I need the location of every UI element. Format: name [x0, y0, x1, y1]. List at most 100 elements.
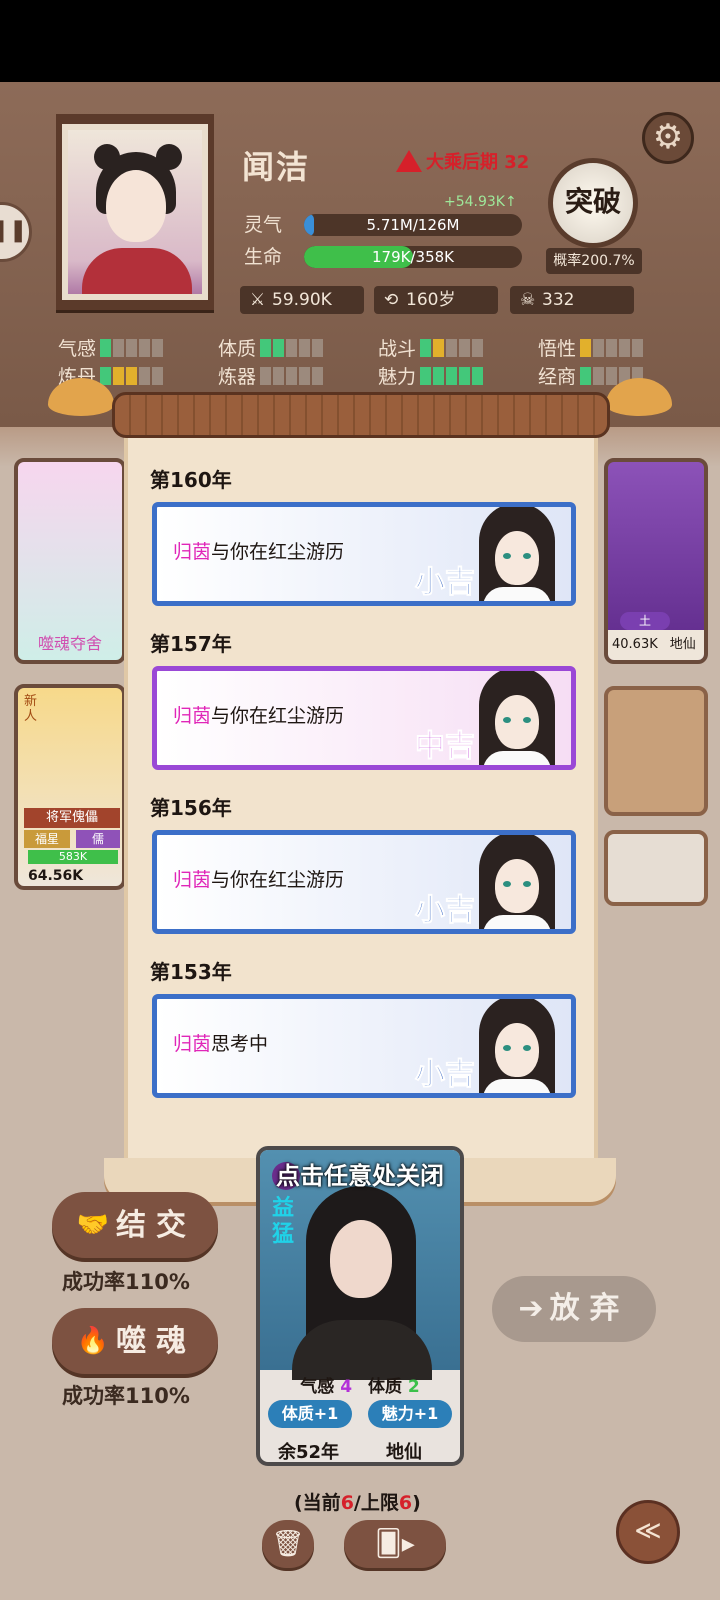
attribute-level-pips — [420, 339, 485, 362]
level-pip — [286, 339, 298, 357]
power-value: 59.90K — [272, 290, 332, 310]
npc-eye — [503, 881, 511, 887]
log-npc-name: 归茵 — [173, 869, 212, 891]
age-value: 160岁 — [406, 290, 456, 310]
log-card[interactable]: 归茵思考中小吉 — [152, 994, 576, 1098]
encounter-character-card[interactable]: 益猛 点击任意处关闭 气感 4 体质 2 体质+1 魅力+1 余52年 地仙 — [256, 1146, 464, 1466]
back-icon[interactable]: ≪ — [616, 1500, 680, 1564]
close-hint: 点击任意处关闭 — [276, 1162, 444, 1190]
stat-value: 2 — [407, 1377, 420, 1397]
age-chip: ⟲ 160岁 — [374, 286, 498, 314]
attribute-item: 魅力 — [378, 362, 485, 390]
level-pip — [619, 339, 631, 357]
capacity-suffix: ) — [412, 1492, 421, 1514]
scroll-top-rod — [112, 392, 610, 438]
log-entry[interactable]: 第157年归茵与你在红尘游历 中吉 — [142, 608, 582, 772]
npc-eye — [503, 553, 511, 559]
portrait-hair-bun — [156, 144, 182, 170]
power-chip: ⚔ 59.90K — [240, 286, 364, 314]
attribute-item: 炼器 — [218, 362, 325, 390]
life-value: 179K/358K — [372, 248, 454, 266]
capacity-count: (当前6/上限6) — [294, 1488, 421, 1515]
level-pip — [420, 367, 432, 385]
attribute-item: 悟性 — [538, 334, 645, 362]
npc-robe — [483, 915, 551, 929]
attribute-label: 战斗 — [378, 338, 417, 360]
level-pip — [446, 339, 458, 357]
npc-robe — [483, 587, 551, 601]
luck-stamp: 小吉 — [415, 1057, 476, 1093]
log-entry[interactable]: 第153年归茵思考中小吉 — [142, 936, 582, 1100]
level-pip — [299, 367, 311, 385]
level-pip — [580, 339, 592, 357]
log-text: 归茵思考中 — [173, 1029, 268, 1056]
hourglass-icon: ⟲ — [384, 290, 399, 310]
log-npc-name: 归茵 — [173, 541, 212, 563]
breakthrough-button[interactable]: 突破 — [548, 158, 638, 248]
npc-portrait — [469, 835, 565, 929]
npc-eye — [523, 553, 531, 559]
devour-rate: 成功率110% — [62, 1384, 190, 1408]
befriend-button[interactable]: 🤝 结交 — [52, 1192, 218, 1258]
log-year: 第153年 — [150, 960, 232, 984]
artifact-power: 40.63K — [612, 637, 658, 652]
attribute-level-pips — [100, 367, 165, 390]
attribute-level-pips — [260, 367, 325, 390]
event-log-scroll[interactable]: 第160年 归茵与你在红尘游历 小吉 第157年 归茵与你在红尘游历 中吉 第156年 归茵与… — [124, 434, 598, 1174]
companion-tag: 儒 — [76, 830, 120, 848]
log-message: 思考中 — [211, 1033, 269, 1055]
devour-button[interactable]: 🔥 噬魂 — [52, 1308, 218, 1374]
scroll-item-icon[interactable] — [604, 830, 708, 906]
befriend-label: 结交 — [116, 1208, 196, 1243]
attribute-label: 体质 — [218, 338, 257, 360]
stat-label: 气感 — [300, 1377, 335, 1397]
level-pip — [459, 367, 471, 385]
level-pip — [126, 339, 138, 357]
level-pip — [100, 339, 112, 357]
character-face — [330, 1220, 392, 1298]
player-realm: 大乘后期 32 — [396, 148, 529, 174]
event-log-list[interactable]: 第160年 归茵与你在红尘游历 小吉 第157年 归茵与你在红尘游历 中吉 第156年 归茵与… — [142, 444, 582, 1160]
artifact-realm: 地仙 — [669, 637, 696, 652]
companion-card[interactable]: 新人 将军傀儡 福星 儒 583K 64.56K — [14, 684, 126, 890]
log-entry[interactable]: 第156年 归茵与你在红尘游历 小吉 — [142, 772, 582, 936]
level-pip — [139, 367, 151, 385]
npc-robe — [483, 1079, 551, 1093]
level-pip — [593, 367, 605, 385]
spirit-bar: 5.71M/126M — [304, 214, 522, 236]
log-entry[interactable]: 第160年归茵与你在红尘游历 小吉 — [142, 444, 582, 608]
arrow-right-icon: ➔ — [518, 1291, 544, 1326]
companion-hp: 583K — [28, 850, 118, 864]
level-pip — [100, 367, 112, 385]
skill-card-devour[interactable]: 噬魂夺舍 — [14, 458, 126, 664]
level-pip — [580, 367, 592, 385]
log-card[interactable]: 归茵与你在红尘游历 小吉 — [152, 502, 576, 606]
settings-gear-icon[interactable]: ⚙ — [642, 112, 694, 164]
give-up-label: 放弃 — [549, 1291, 630, 1326]
character-stats: 气感 4 体质 2 — [260, 1372, 460, 1397]
npc-eye — [503, 717, 511, 723]
npc-eye — [523, 1045, 531, 1051]
shop-building-icon[interactable] — [604, 686, 708, 816]
player-name: 闻洁 — [242, 148, 311, 186]
kills-value: 332 — [542, 290, 575, 310]
capacity-max: 6 — [398, 1492, 413, 1514]
log-card[interactable]: 归茵与你在红尘游历 中吉 — [152, 666, 576, 770]
npc-face — [495, 859, 539, 913]
player-portrait[interactable] — [56, 114, 214, 310]
log-card[interactable]: 归茵与你在红尘游历 小吉 — [152, 830, 576, 934]
pause-button[interactable]: ❚❚ — [0, 202, 32, 262]
companion-power: 64.56K — [28, 868, 84, 884]
level-pip — [593, 339, 605, 357]
trash-icon[interactable]: 🗑 — [262, 1520, 314, 1568]
give-up-button[interactable]: ➔ 放弃 — [492, 1276, 656, 1342]
npc-portrait — [469, 999, 565, 1093]
portrait-face — [106, 170, 166, 242]
level-pip — [152, 339, 164, 357]
log-year: 第160年 — [150, 468, 232, 492]
npc-portrait — [469, 507, 565, 601]
log-year: 第157年 — [150, 632, 232, 656]
artifact-card[interactable]: 土 40.63K 地仙 — [604, 458, 708, 664]
level-pip — [139, 339, 151, 357]
cards-icon[interactable]: 🂠▸ — [344, 1520, 446, 1568]
